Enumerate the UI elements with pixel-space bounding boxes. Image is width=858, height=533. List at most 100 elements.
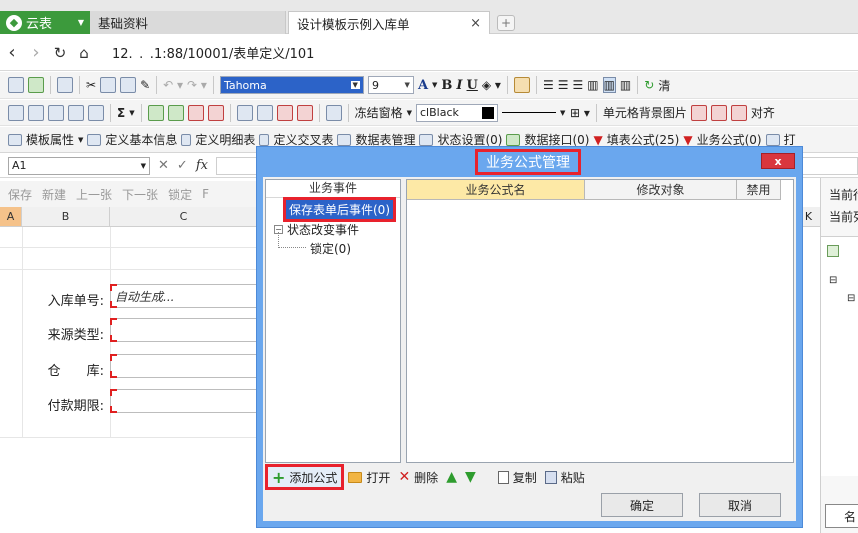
save-icon[interactable]: [8, 77, 24, 93]
lock-action[interactable]: 锁定: [168, 186, 192, 203]
more-action[interactable]: F: [202, 187, 209, 201]
refresh-icon[interactable]: ↻: [644, 78, 654, 92]
define-basic-info-button[interactable]: 定义基本信息: [105, 131, 177, 148]
forward-icon[interactable]: ›: [24, 42, 48, 63]
copy-icon[interactable]: [100, 77, 117, 93]
ok-button[interactable]: 确定: [601, 493, 683, 517]
expander-icon[interactable]: ⊟: [829, 275, 837, 286]
align-label[interactable]: 对齐: [751, 104, 775, 121]
confirm-edit-icon[interactable]: ✓: [177, 158, 188, 173]
fill-color-icon[interactable]: ◈ ▾: [482, 78, 501, 92]
image-remove-icon[interactable]: [710, 104, 727, 121]
tab-inbound-template[interactable]: 设计模板示例入库单 ×: [288, 11, 490, 34]
border-icon[interactable]: ⊞ ▾: [570, 106, 590, 120]
url-text[interactable]: 12. . .1:88/10001/表单定义/101: [112, 43, 314, 62]
barcode-alt-icon[interactable]: ▥: [620, 78, 631, 92]
italic-button[interactable]: I: [456, 78, 462, 93]
hide-col-icon[interactable]: [296, 104, 313, 121]
copy-button[interactable]: 复制: [494, 466, 541, 488]
dialog-close-button[interactable]: x: [761, 153, 795, 169]
bold-button[interactable]: B: [441, 78, 452, 93]
image-add-icon[interactable]: [690, 104, 707, 121]
move-up-button[interactable]: ▲: [442, 466, 461, 488]
barcode-selected-icon[interactable]: ▥: [602, 77, 616, 93]
refresh-icon[interactable]: ↻: [48, 44, 72, 62]
chevron-down-icon[interactable]: ▼: [129, 109, 134, 117]
merge-icon[interactable]: [28, 104, 44, 121]
hide-row-icon[interactable]: [276, 104, 293, 121]
save-all-icon[interactable]: [28, 77, 44, 93]
prev-action[interactable]: 上一张: [76, 186, 112, 203]
insert-row-icon[interactable]: [147, 104, 164, 121]
function-icon[interactable]: fx: [196, 158, 208, 173]
payment-term-field[interactable]: [110, 389, 258, 413]
new-action[interactable]: 新建: [42, 186, 66, 203]
cancel-button[interactable]: 取消: [699, 493, 781, 517]
delete-col-icon[interactable]: [207, 104, 224, 121]
font-color-icon[interactable]: A: [418, 78, 428, 93]
row-icon[interactable]: [48, 104, 64, 121]
column-header-target[interactable]: 修改对象: [585, 180, 737, 200]
undo-icon[interactable]: ↶ ▾: [163, 78, 183, 92]
next-action[interactable]: 下一张: [122, 186, 158, 203]
column-header[interactable]: C: [110, 207, 258, 226]
cell-reference-select[interactable]: A1 ▼: [8, 156, 150, 175]
inbound-no-field[interactable]: 自动生成...: [110, 284, 258, 308]
delete-row-icon[interactable]: [187, 104, 204, 121]
add-formula-button[interactable]: + 添加公式: [265, 464, 345, 490]
expander-icon[interactable]: ⊟: [847, 293, 855, 304]
warehouse-field[interactable]: [110, 354, 258, 378]
underline-button[interactable]: U: [467, 78, 478, 93]
barcode-icon[interactable]: ▥: [587, 78, 598, 92]
column-header-formula-name[interactable]: 业务公式名: [407, 180, 585, 200]
chevron-down-icon[interactable]: ▼: [432, 81, 437, 89]
insert-col-icon[interactable]: [167, 104, 184, 121]
define-detail-table-button[interactable]: 定义明细表: [195, 131, 255, 148]
col-width-icon[interactable]: [256, 104, 273, 121]
template-props-button[interactable]: 模板属性: [26, 131, 74, 148]
column-icon[interactable]: [68, 104, 84, 121]
tree-item-save-event[interactable]: 保存表单后事件(0): [283, 197, 396, 222]
cell-bg-image-button[interactable]: 单元格背景图片: [603, 104, 687, 121]
font-name-select[interactable]: Tahoma ▼: [219, 76, 364, 94]
align-left-icon[interactable]: ☰: [543, 78, 554, 92]
column-header[interactable]: A: [0, 207, 22, 226]
chevron-down-icon[interactable]: ▼: [78, 136, 83, 144]
tree-item-state-change[interactable]: − 状态改变事件: [274, 221, 359, 238]
column-header[interactable]: B: [22, 207, 110, 226]
align-right-icon[interactable]: ☰: [572, 78, 583, 92]
lock-icon[interactable]: [513, 77, 530, 93]
align-center-icon[interactable]: ☰: [558, 78, 569, 92]
move-down-button[interactable]: ▼: [461, 466, 480, 488]
paste-icon[interactable]: [120, 77, 137, 93]
clear-label[interactable]: 清: [658, 77, 670, 94]
app-menu-button[interactable]: ◆ 云表 ▼: [0, 11, 90, 34]
align-icon[interactable]: [730, 104, 747, 121]
redo-icon[interactable]: ↷ ▾: [187, 78, 207, 92]
format-painter-icon[interactable]: ✎: [140, 78, 150, 92]
font-size-select[interactable]: 9 ▼: [367, 76, 414, 94]
cut-icon[interactable]: ✂: [86, 78, 96, 92]
table-icon[interactable]: [88, 104, 104, 121]
sum-button[interactable]: Σ: [117, 106, 125, 120]
new-tab-button[interactable]: +: [497, 15, 515, 31]
open-button[interactable]: 打开: [344, 466, 394, 488]
source-type-field[interactable]: [110, 318, 258, 342]
percent-icon[interactable]: [325, 104, 342, 121]
home-icon[interactable]: ⌂: [72, 44, 96, 62]
save-action[interactable]: 保存: [8, 186, 32, 203]
cancel-edit-icon[interactable]: ✕: [158, 158, 169, 173]
grid-icon[interactable]: [8, 104, 24, 121]
delete-button[interactable]: ✕ 删除: [394, 466, 442, 488]
tab-basic-data[interactable]: 基础资料: [90, 11, 286, 34]
chevron-down-icon[interactable]: ▼: [407, 109, 412, 117]
border-color-select[interactable]: clBlack: [416, 103, 498, 122]
row-height-icon[interactable]: [236, 104, 253, 121]
paste-button[interactable]: 粘贴: [541, 466, 589, 488]
export-icon[interactable]: [57, 77, 73, 93]
freeze-panes-button[interactable]: 冻结窗格: [355, 104, 403, 121]
tree-item-lock[interactable]: 锁定(0): [310, 240, 351, 257]
back-icon[interactable]: ‹: [0, 42, 24, 63]
line-style-select[interactable]: ▼: [502, 109, 566, 117]
tab-close-icon[interactable]: ×: [470, 16, 481, 31]
